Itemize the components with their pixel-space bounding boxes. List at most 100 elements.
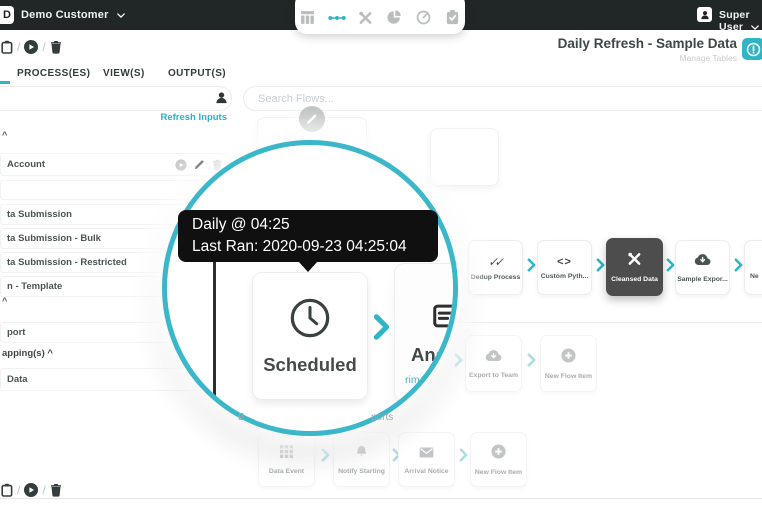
node-label: Notify Starting xyxy=(338,468,385,475)
tooltip-line-2: Last Ran: 2020-09-23 04:25:04 xyxy=(192,238,424,257)
separator-slash: / xyxy=(42,40,45,54)
magnified-divider xyxy=(213,259,216,431)
node-label: New Flow Item xyxy=(545,373,592,380)
flow-node-notify-starting[interactable]: Notify Starting xyxy=(333,432,390,487)
copy-icon[interactable] xyxy=(1,483,13,497)
node-label: Custom Pyth... xyxy=(541,273,589,280)
flows-search-input[interactable] xyxy=(244,87,762,110)
app-logo-letter: D xyxy=(3,9,11,21)
node-label: Cleansed Data xyxy=(611,276,658,283)
chevron-right-icon xyxy=(734,258,743,277)
flow-node-new-clipped[interactable]: Ne xyxy=(744,240,762,295)
section-label-fragment: B xyxy=(238,412,245,423)
customer-name: Demo Customer xyxy=(21,9,109,21)
flow-node-custom-python[interactable]: <> Custom Pyth... xyxy=(537,240,592,295)
separator-slash: / xyxy=(17,483,20,497)
pie-chart-icon[interactable] xyxy=(386,9,404,26)
flow-node-partial[interactable] xyxy=(430,128,499,186)
chevron-down-icon xyxy=(117,9,125,21)
section-header-mappings[interactable]: apping(s) ^ xyxy=(2,348,53,359)
page-title: Daily Refresh - Sample Data xyxy=(558,36,737,51)
tab-outputs[interactable]: OUTPUT(S) xyxy=(168,68,226,79)
flows-search xyxy=(243,86,762,111)
chevron-down-icon xyxy=(751,21,759,33)
copy-icon[interactable] xyxy=(1,40,13,54)
clipboard-check-icon[interactable] xyxy=(444,9,462,26)
user-name: Super User xyxy=(719,9,750,33)
app-logo[interactable]: D xyxy=(0,6,14,24)
active-tab-underline xyxy=(0,81,10,84)
edit-pencil-icon[interactable] xyxy=(194,159,205,170)
tools-icon[interactable] xyxy=(357,9,375,26)
info-button[interactable] xyxy=(742,38,762,60)
alert-circle-icon xyxy=(746,42,761,57)
module-switcher-panel xyxy=(295,0,465,34)
grid-icon xyxy=(280,445,293,463)
tools-icon xyxy=(627,251,642,271)
section-label-fragment: ports xyxy=(371,412,393,423)
analyze-screen-icon xyxy=(433,304,458,333)
flow-header: Daily Refresh - Sample Data Manage Table… xyxy=(558,36,737,63)
person-icon[interactable] xyxy=(215,91,228,109)
delete-icon[interactable] xyxy=(50,483,62,497)
cloud-download-icon xyxy=(694,253,711,271)
run-icon[interactable] xyxy=(24,483,38,497)
refresh-inputs-link[interactable]: Refresh Inputs xyxy=(160,112,227,123)
item-label: Data xyxy=(7,374,186,385)
section-caret[interactable]: ^ xyxy=(2,130,7,140)
chevron-right-icon xyxy=(666,258,675,277)
tooltip-caret xyxy=(298,261,318,272)
flows-icon[interactable] xyxy=(328,9,346,26)
item-label: Account xyxy=(7,159,168,170)
tab-views[interactable]: VIEW(S) xyxy=(103,68,145,79)
delete-icon[interactable] xyxy=(50,40,62,54)
flow-node-cleansed-data[interactable]: Cleansed Data xyxy=(606,238,663,296)
node-label: Ne xyxy=(750,273,759,280)
flow-node-data-event[interactable]: Data Event xyxy=(258,432,315,487)
flow-node-export-to-team[interactable]: Export to Team xyxy=(465,335,522,392)
separator-slash: / xyxy=(17,40,20,54)
node-label: Data Event xyxy=(269,468,304,475)
app-window: D Demo Customer Super User xyxy=(0,0,762,508)
chevron-right-icon xyxy=(527,353,536,372)
plus-circle-icon xyxy=(561,348,576,368)
bell-icon xyxy=(355,444,368,463)
customer-switcher[interactable]: Demo Customer xyxy=(21,9,125,21)
chevron-right-icon xyxy=(596,258,605,277)
sidebar-search xyxy=(0,86,232,111)
flow-node-analyze[interactable]: Analy rim... xyxy=(394,263,458,401)
node-sublabel: rim... xyxy=(405,374,428,386)
flow-node-new-flow-item[interactable]: New Flow Item xyxy=(540,335,597,392)
chevron-right-icon xyxy=(459,448,468,467)
pencil-badge-icon xyxy=(299,106,325,132)
bottom-divider xyxy=(0,498,762,499)
run-icon[interactable] xyxy=(175,159,187,171)
run-icon[interactable] xyxy=(24,40,38,54)
chevron-right-icon xyxy=(527,258,536,277)
node-label: New Flow Item xyxy=(475,469,522,476)
tables-icon[interactable] xyxy=(299,9,317,26)
section-caret[interactable]: ^ xyxy=(2,296,7,306)
node-label: Arrival Notice xyxy=(404,468,448,475)
flow-node-new-flow-item-2[interactable]: New Flow Item xyxy=(470,432,527,487)
gauge-icon[interactable] xyxy=(415,9,433,26)
tooltip-line-1: Daily @ 04:25 xyxy=(192,216,424,235)
flow-node-dedup-process[interactable]: ✓✓ Dedup Process xyxy=(468,240,523,295)
node-label: Analy xyxy=(411,344,458,366)
sidebar-item-account[interactable]: Account xyxy=(0,153,230,176)
node-label: Export to Team xyxy=(469,372,518,379)
chevron-right-icon xyxy=(321,448,330,467)
user-avatar[interactable] xyxy=(697,7,712,22)
plus-circle-icon xyxy=(491,444,506,464)
chevron-right-icon xyxy=(454,353,463,372)
flow-node-scheduled[interactable]: Scheduled xyxy=(252,272,368,400)
magnifier-lens: Scheduled Analy rim... xyxy=(162,140,458,436)
flow-actionbar-top: / / xyxy=(1,40,62,54)
flow-actionbar-bottom: / / xyxy=(1,483,62,497)
node-label: Dedup Process xyxy=(471,274,520,281)
manage-tables-link[interactable]: Manage Tables xyxy=(558,53,737,63)
tab-processes[interactable]: PROCESS(ES) xyxy=(17,68,90,79)
flow-node-sample-export[interactable]: Sample Expor... xyxy=(675,240,730,295)
user-menu[interactable]: Super User xyxy=(719,9,762,33)
flow-node-arrival-notice[interactable]: Arrival Notice xyxy=(398,432,455,487)
